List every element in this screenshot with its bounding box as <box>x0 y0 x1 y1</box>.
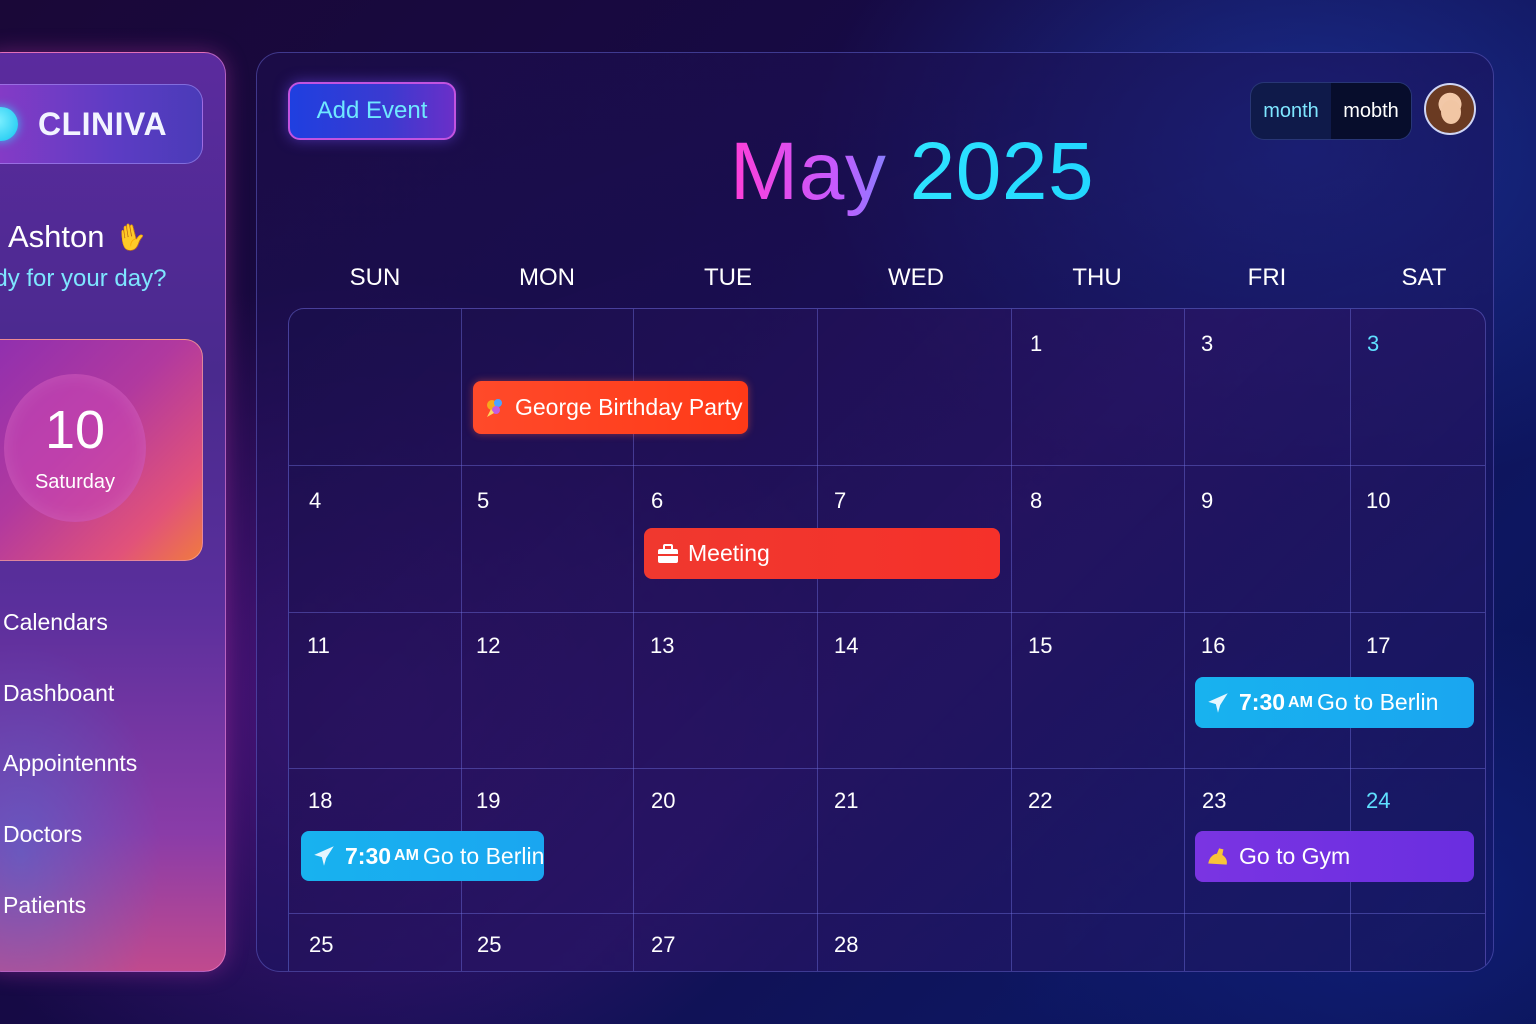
day-cell-number[interactable]: 12 <box>476 633 500 659</box>
briefcase-icon <box>656 543 680 565</box>
event-time: 7:30 <box>1239 689 1286 715</box>
day-cell-number[interactable]: 25 <box>477 932 501 958</box>
event-ampm: AM <box>394 847 419 864</box>
user-name: Ashton <box>8 219 105 254</box>
weekday-header-sun: SUN <box>349 264 401 291</box>
day-cell-number[interactable]: 23 <box>1202 788 1226 814</box>
calendar-grid: 1 3 3 4 5 6 7 8 9 10 11 12 13 14 15 16 1… <box>288 308 1486 971</box>
day-cell-number[interactable]: 5 <box>477 488 489 514</box>
event-meeting[interactable]: Meeting <box>644 528 1000 579</box>
month-title: May 2025 <box>257 125 1493 219</box>
day-cell-number[interactable]: 16 <box>1201 633 1225 659</box>
today-day-number: 10 <box>44 399 106 460</box>
month-name: May <box>729 126 887 217</box>
sidebar: CLINIVA Ashton ✋ ady for your day? 10 Sa… <box>0 52 226 972</box>
day-cell-number[interactable]: 20 <box>651 788 675 814</box>
plane-icon <box>311 843 337 869</box>
sidebar-item-appointments[interactable]: Appointennts <box>3 750 137 777</box>
day-cell-number[interactable]: 3 <box>1201 331 1213 357</box>
event-go-to-berlin[interactable]: 7:30 AM Go to Berlin <box>301 831 544 881</box>
sidebar-item-patients[interactable]: Patients <box>3 892 86 919</box>
day-cell-number[interactable]: 8 <box>1030 488 1042 514</box>
event-time: 7:30 <box>345 842 392 869</box>
day-cell-number[interactable]: 13 <box>650 633 674 659</box>
day-cell-number[interactable]: 10 <box>1366 488 1390 514</box>
day-cell-number[interactable]: 15 <box>1028 633 1052 659</box>
flexed-arm-icon <box>1205 844 1231 870</box>
weekday-header-thu: THU <box>1072 264 1122 291</box>
weekday-header-wed: WED <box>888 264 944 291</box>
plane-icon <box>1205 690 1231 716</box>
grid-divider <box>1184 309 1185 971</box>
day-cell-number[interactable]: 27 <box>651 932 675 958</box>
weekday-header-tue: TUE <box>704 264 752 291</box>
weekday-header-mon: MON <box>519 264 575 291</box>
day-cell-number[interactable]: 11 <box>307 633 330 659</box>
event-title: Go to Berlin <box>1316 689 1439 715</box>
event-george-birthday-party[interactable]: George Birthday Party <box>473 381 748 434</box>
event-title: George Birthday Party <box>515 394 743 420</box>
grid-divider <box>289 768 1485 769</box>
waving-hand-icon: ✋ <box>112 218 150 255</box>
grid-divider <box>289 913 1485 914</box>
event-ampm: AM <box>1288 693 1313 711</box>
day-cell-number[interactable]: 3 <box>1367 331 1379 357</box>
day-cell-number[interactable]: 19 <box>476 788 500 814</box>
sidebar-item-calendars[interactable]: Calendars <box>3 609 108 636</box>
event-title: Go to Gym <box>1239 843 1351 869</box>
grid-divider <box>1011 309 1012 971</box>
event-title: Meeting <box>688 540 770 566</box>
today-card: 10 Saturday <box>0 339 203 561</box>
grid-divider <box>817 309 818 971</box>
today-circle: 10 Saturday <box>4 374 146 522</box>
sidebar-item-doctors[interactable]: Doctors <box>3 821 82 848</box>
day-cell-number[interactable]: 9 <box>1201 488 1213 514</box>
weekday-header-sat: SAT <box>1401 264 1447 291</box>
subgreeting: ady for your day? <box>0 265 167 292</box>
today-weekday: Saturday <box>34 470 116 493</box>
calendar-panel: Add Event month mobth May 2025 SUN MON T… <box>256 52 1494 972</box>
greeting: Ashton ✋ <box>8 218 150 255</box>
event-go-to-gym[interactable]: Go to Gym <box>1195 831 1474 882</box>
event-title: Go to Berlin <box>422 842 545 869</box>
day-cell-number[interactable]: 25 <box>309 932 333 958</box>
day-cell-number[interactable]: 6 <box>651 488 663 514</box>
day-cell-number[interactable]: 7 <box>834 488 846 514</box>
grid-divider <box>289 612 1485 613</box>
day-cell-number[interactable]: 28 <box>834 932 858 958</box>
sidebar-item-dashboard[interactable]: Dashboant <box>3 680 114 707</box>
brand-name: CLINIVA <box>38 105 168 142</box>
day-cell-number[interactable]: 17 <box>1366 633 1390 659</box>
day-cell-number[interactable]: 21 <box>834 788 858 814</box>
day-cell-number[interactable]: 22 <box>1028 788 1052 814</box>
weekday-header-fri: FRI <box>1247 264 1287 291</box>
year: 2025 <box>909 126 1095 217</box>
event-go-to-berlin[interactable]: 7:30 AM Go to Berlin <box>1195 677 1474 728</box>
brand-header[interactable]: CLINIVA <box>0 84 203 164</box>
day-cell-number[interactable]: 1 <box>1030 331 1042 357</box>
day-cell-number[interactable]: 14 <box>834 633 858 659</box>
logo-icon <box>0 107 18 141</box>
day-cell-number[interactable]: 24 <box>1366 788 1390 814</box>
day-cell-number[interactable]: 4 <box>309 488 321 514</box>
grid-divider <box>289 465 1485 466</box>
day-cell-number[interactable]: 18 <box>308 788 332 814</box>
party-icon <box>483 396 507 420</box>
